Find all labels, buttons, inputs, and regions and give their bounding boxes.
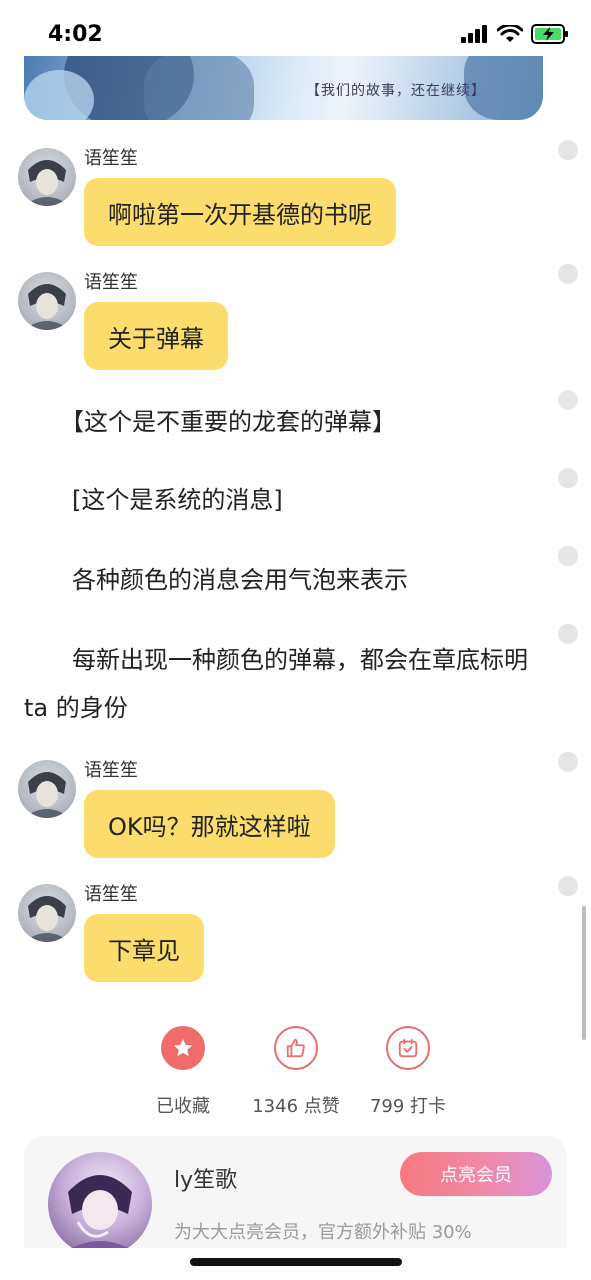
calendar-check-icon	[386, 1026, 430, 1070]
paragraph-comment-dot[interactable]	[558, 752, 578, 772]
banner-caption: 【我们的故事，还在继续】	[306, 83, 486, 99]
paragraph-comment-dot[interactable]	[558, 876, 578, 896]
favorite-button[interactable]: 已收藏	[123, 1026, 243, 1118]
paragraph-comment-dot[interactable]	[558, 140, 578, 160]
avatar[interactable]	[18, 272, 76, 330]
like-button[interactable]: 1346 点赞	[236, 1026, 356, 1118]
cellular-signal-icon	[461, 25, 487, 43]
avatar-illustration	[24, 160, 70, 206]
thumbs-up-icon	[274, 1026, 318, 1070]
sender-name: 语笙笙	[84, 148, 138, 169]
body-paragraph: [这个是系统的消息]	[24, 486, 283, 514]
sender-name: 语笙笙	[84, 272, 138, 293]
avatar[interactable]	[18, 760, 76, 818]
avatar-illustration	[24, 772, 70, 818]
status-bar: 4:02	[0, 0, 591, 56]
body-paragraph: 每新出现一种颜色的弹幕，都会在章底标明 ta 的身份	[24, 646, 528, 722]
star-icon	[161, 1026, 205, 1070]
wifi-icon	[497, 25, 523, 42]
sender-name: 语笙笙	[84, 760, 138, 781]
body-paragraph: 【这个是不重要的龙套的弹幕】	[24, 408, 396, 436]
paragraph-comment-dot[interactable]	[558, 546, 578, 566]
paragraph-comment-dot[interactable]	[558, 468, 578, 488]
favorite-label: 已收藏	[156, 1096, 210, 1117]
activate-membership-button[interactable]: 点亮会员	[400, 1152, 552, 1196]
home-indicator[interactable]	[190, 1258, 402, 1266]
message-bubble: 啊啦第一次开基德的书呢	[84, 178, 396, 246]
message-bubble: 下章见	[84, 914, 204, 982]
checkin-button[interactable]: 799 打卡	[348, 1026, 468, 1118]
message-bubble: OK吗？那就这样啦	[84, 790, 335, 858]
avatar[interactable]	[18, 148, 76, 206]
sender-name: 语笙笙	[84, 884, 138, 905]
status-icons	[461, 24, 569, 44]
message-bubble: 关于弹幕	[84, 302, 228, 370]
paragraph-comment-dot[interactable]	[558, 624, 578, 644]
avatar[interactable]	[18, 884, 76, 942]
checkin-count: 799 打卡	[369, 1096, 447, 1117]
scrollbar[interactable]	[582, 906, 586, 1040]
status-time: 4:02	[48, 22, 103, 47]
author-avatar[interactable]	[48, 1152, 152, 1256]
battery-charging-icon	[531, 24, 568, 44]
like-count: 1346 点赞	[252, 1096, 340, 1117]
author-name: ly笙歌	[174, 1168, 238, 1193]
membership-description: 为大大点亮会员，官方额外补贴 30%	[174, 1222, 472, 1243]
body-paragraph: 各种颜色的消息会用气泡来表示	[24, 566, 408, 594]
avatar-illustration	[24, 284, 70, 330]
author-avatar-illustration	[58, 1175, 142, 1256]
paragraph-comment-dot[interactable]	[558, 264, 578, 284]
avatar-illustration	[24, 896, 70, 942]
paragraph-comment-dot[interactable]	[558, 390, 578, 410]
